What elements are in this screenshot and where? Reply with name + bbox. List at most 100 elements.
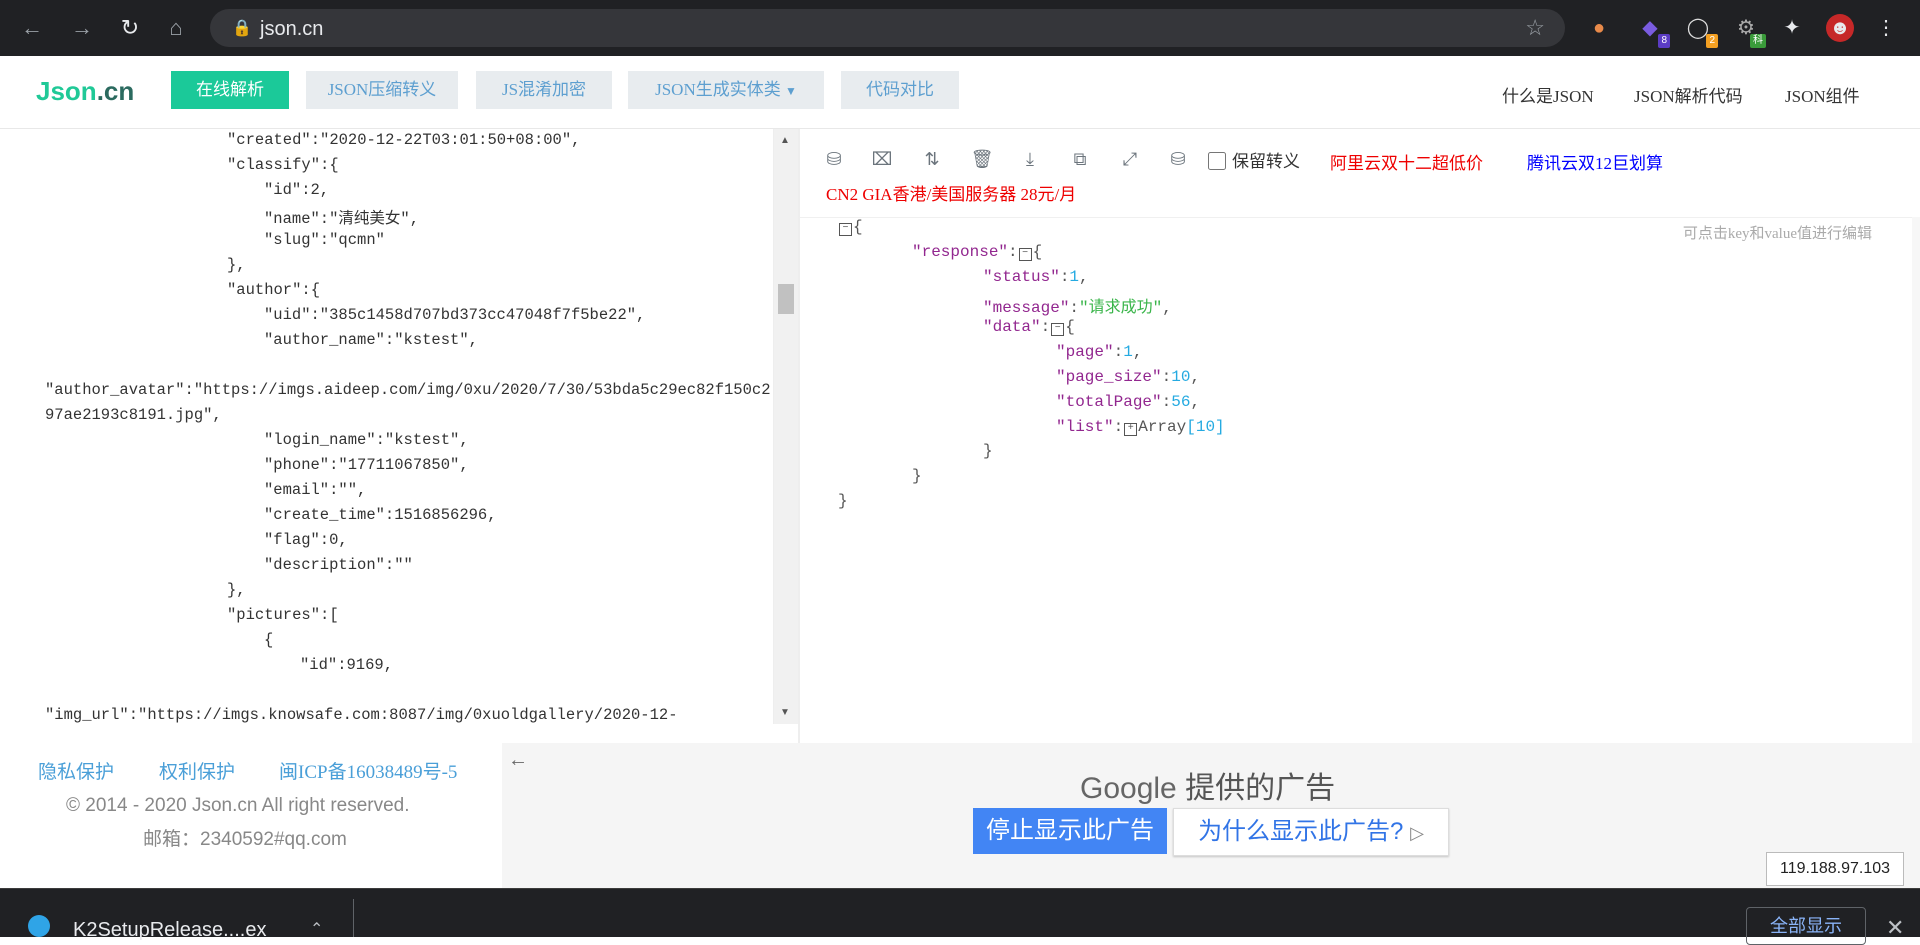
code-line: "description":""	[264, 556, 413, 574]
database-icon[interactable]: ⛁	[822, 147, 846, 171]
editor-scrollbar[interactable]: ▲ ▼	[774, 129, 798, 724]
nav-what-is-json[interactable]: 什么是JSON	[1502, 82, 1594, 107]
code-line: "id":9169,	[300, 656, 394, 674]
code-line: "create_time":1516856296,	[264, 506, 497, 524]
json-tree-view[interactable]: 可点击key和value值进行编辑 −{ "response": −{ "stat…	[800, 217, 1912, 744]
code-line: "phone":"17711067850",	[264, 456, 469, 474]
why-ad-button[interactable]: 为什么显示此广告? ▷	[1173, 808, 1449, 856]
scroll-up-icon[interactable]: ▲	[780, 135, 790, 146]
cn2-ad-link[interactable]: CN2 GIA香港/美国服务器 28元/月	[826, 180, 1076, 205]
scroll-down-icon[interactable]: ▼	[780, 707, 790, 718]
trash-icon[interactable]: 🗑	[970, 147, 994, 171]
url-text: json.cn	[260, 18, 324, 40]
copy-icon[interactable]: ⧉	[1068, 147, 1092, 171]
extension-badge: 科	[1750, 34, 1766, 48]
code-line: "email":"",	[264, 481, 367, 499]
js-obfuscate-button[interactable]: JS混淆加密	[476, 71, 612, 109]
json-key[interactable]: "status"	[983, 268, 1060, 286]
code-line: "login_name":"kstest",	[264, 431, 469, 449]
online-parse-button[interactable]: 在线解析	[171, 71, 289, 109]
compress-icon[interactable]: ⤢	[1118, 147, 1142, 171]
json-input-editor[interactable]: "created":"2020-12-22T03:01:50+08:00", "…	[0, 129, 774, 724]
code-line: "name":"清纯美女",	[264, 210, 420, 228]
code-line: "id":2,	[264, 181, 330, 199]
code-line: "flag":0,	[264, 531, 348, 549]
download-file-name[interactable]: K2SetupRelease....ex	[73, 919, 266, 942]
extension-badge: 8	[1658, 34, 1670, 48]
show-all-button[interactable]: 全部显示	[1746, 907, 1866, 945]
excel-icon[interactable]: ⌧	[870, 147, 894, 171]
code-line: "img_url":"https://imgs.knowsafe.com:808…	[45, 706, 678, 724]
ad-back-arrow-icon[interactable]: ←	[508, 749, 528, 772]
extension-badge: 2	[1706, 34, 1718, 48]
caret-down-icon: ▼	[784, 84, 797, 98]
aliyun-ad-link[interactable]: 阿里云双十二超低价	[1330, 149, 1483, 174]
json-key[interactable]: "totalPage"	[1056, 393, 1162, 411]
privacy-link[interactable]: 隐私保护	[38, 757, 114, 784]
magnifier-extension-icon[interactable]: ◯ 2	[1684, 14, 1718, 48]
json-key[interactable]: "page"	[1056, 343, 1114, 361]
json-key[interactable]: "list"	[1056, 418, 1114, 436]
download-bar: K2SetupRelease....ex ⌃ 全部显示 ✕	[0, 888, 1920, 945]
chevron-up-icon[interactable]: ⌃	[310, 919, 323, 939]
code-line: 97ae2193c8191.jpg",	[45, 406, 222, 424]
json-output-panel: ⛁ ⌧ ⇅ 🗑 ⤓ ⧉ ⤢ ⛁ 保留转义 阿里云双十二超低价 腾讯云双12巨划算…	[800, 129, 1920, 743]
back-icon[interactable]: ←	[18, 14, 46, 42]
rights-link[interactable]: 权利保护	[159, 757, 235, 784]
json-value[interactable]: "请求成功"	[1079, 299, 1162, 317]
json-value[interactable]: 10	[1171, 368, 1190, 386]
browser-toolbar: ← → ↻ ⌂ 🔒 json.cn ☆ ● ◆ 8 ◯ 2 ⚙ 科 ✦ ☻ ⋮	[0, 0, 1920, 56]
stop-ad-button[interactable]: 停止显示此广告	[973, 808, 1167, 854]
code-line: "author_name":"kstest",	[264, 331, 478, 349]
copyright-text: © 2014 - 2020 Json.cn All right reserved…	[66, 795, 410, 816]
ad-choices-icon: ▷	[1410, 823, 1424, 843]
gear-extension-icon[interactable]: ⚙ 科	[1732, 14, 1766, 48]
json-key[interactable]: "message"	[983, 299, 1069, 317]
code-line: {	[264, 631, 274, 649]
profile-avatar-icon[interactable]: ☻	[1826, 14, 1854, 42]
cookie-icon[interactable]: ●	[1585, 14, 1613, 42]
icp-link[interactable]: 闽ICP备16038489号-5	[279, 757, 457, 784]
reload-icon[interactable]: ↻	[116, 14, 144, 42]
puzzle-icon[interactable]: ✦	[1778, 14, 1806, 42]
json-key[interactable]: "page_size"	[1056, 368, 1162, 386]
json-value[interactable]: 56	[1171, 393, 1190, 411]
nav-json-code[interactable]: JSON解析代码	[1634, 82, 1743, 107]
code-diff-button[interactable]: 代码对比	[841, 71, 959, 109]
collapse-toggle-icon[interactable]: −	[1018, 248, 1032, 261]
code-line: "slug":"qcmn"	[264, 231, 385, 249]
expand-toggle-icon[interactable]: +	[1124, 423, 1138, 436]
tencent-ad-link[interactable]: 腾讯云双12巨划算	[1527, 149, 1663, 174]
forward-icon[interactable]: →	[68, 14, 96, 42]
json-entity-button[interactable]: JSON生成实体类 ▼	[628, 71, 824, 109]
collapse-toggle-icon[interactable]: −	[1051, 323, 1065, 336]
json-compress-button[interactable]: JSON压缩转义	[306, 71, 458, 109]
output-scrollbar[interactable]	[1912, 217, 1920, 743]
collapse-toggle-icon[interactable]: −	[839, 223, 852, 236]
site-logo[interactable]: Json.cn	[36, 76, 134, 107]
keep-escape-checkbox[interactable]: 保留转义	[1208, 147, 1300, 172]
close-icon[interactable]: ✕	[1886, 915, 1904, 941]
json-value[interactable]: 1	[1123, 343, 1133, 361]
bookmark-star-icon[interactable]: ☆	[1525, 15, 1545, 41]
address-bar[interactable]: 🔒 json.cn ☆	[210, 9, 1565, 47]
json-key[interactable]: "response"	[912, 243, 1008, 261]
google-ads-title: Google 提供的广告	[1080, 772, 1336, 805]
hex-extension-icon[interactable]: ◆ 8	[1636, 14, 1670, 48]
download-separator	[353, 899, 354, 937]
nav-json-components[interactable]: JSON组件	[1785, 82, 1860, 107]
json-value[interactable]: 1	[1069, 268, 1079, 286]
scroll-thumb[interactable]	[778, 284, 794, 314]
site-footer: 隐私保护 权利保护 闽ICP备16038489号-5 © 2014 - 2020…	[0, 743, 500, 888]
download-icon[interactable]: ⤓	[1018, 147, 1042, 171]
code-line: "pictures":[	[227, 606, 339, 624]
json-array-count: [10]	[1186, 418, 1225, 436]
site-header: Json.cn 在线解析 JSON压缩转义 JS混淆加密 JSON生成实体类 ▼…	[0, 56, 1920, 129]
share-icon[interactable]: ⛁	[1166, 147, 1190, 171]
checkbox[interactable]	[1208, 152, 1226, 170]
json-key[interactable]: "data"	[983, 318, 1041, 336]
menu-dots-icon[interactable]: ⋮	[1872, 14, 1900, 42]
home-icon[interactable]: ⌂	[162, 14, 190, 42]
code-line: },	[227, 256, 246, 274]
sort-icon[interactable]: ⇅	[920, 147, 944, 171]
